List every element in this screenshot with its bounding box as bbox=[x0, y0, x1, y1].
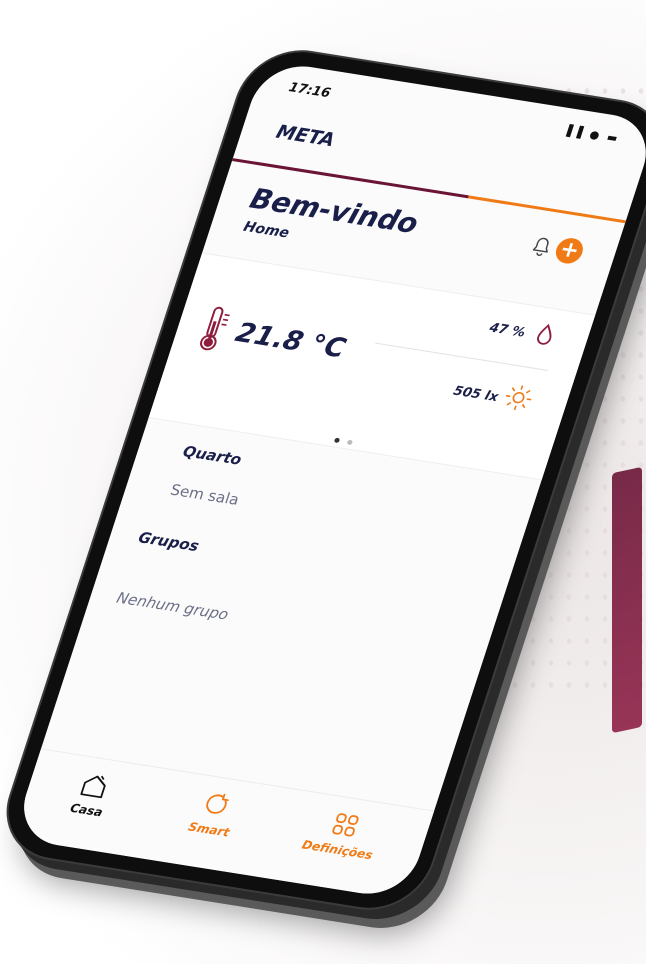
tab-definicoes[interactable]: Definições bbox=[281, 804, 404, 866]
bell-icon[interactable] bbox=[527, 234, 556, 259]
status-time: 17:16 bbox=[286, 80, 333, 102]
add-button[interactable]: + bbox=[552, 236, 587, 266]
groups-section-title: Grupos bbox=[136, 528, 202, 556]
app-title: META bbox=[273, 121, 338, 152]
plus-circle-icon: + bbox=[556, 236, 583, 264]
bottom-tab-bar: Casa Smart Definições bbox=[12, 748, 435, 901]
phone-frame: 17:16 ▐▐ ● ▬ META Bem-vindo Home + 21.8 … bbox=[0, 41, 646, 919]
rooms-empty-text: Sem sala bbox=[168, 480, 242, 509]
background-accent-stripe bbox=[612, 466, 642, 734]
tab-smart[interactable]: Smart bbox=[152, 783, 275, 845]
page-dot bbox=[346, 439, 354, 446]
status-indicators: ▐▐ ● ▬ bbox=[561, 123, 622, 146]
phone-mockup: 17:16 ▐▐ ● ▬ META Bem-vindo Home + 21.8 … bbox=[0, 41, 646, 919]
app-screen: 17:16 ▐▐ ● ▬ META Bem-vindo Home + 21.8 … bbox=[12, 59, 646, 901]
rooms-section-title: Quarto bbox=[180, 442, 245, 469]
tab-definicoes-label: Definições bbox=[300, 837, 375, 863]
tab-casa-label: Casa bbox=[68, 800, 105, 820]
home-icon bbox=[80, 775, 106, 799]
home-name[interactable]: Home bbox=[241, 219, 291, 242]
page-dot-active bbox=[333, 437, 341, 444]
groups-empty-text: Nenhum grupo bbox=[114, 588, 231, 624]
tab-smart-label: Smart bbox=[186, 819, 232, 840]
tab-casa[interactable]: Casa bbox=[30, 764, 153, 826]
grid-icon bbox=[332, 813, 359, 837]
smart-icon bbox=[206, 793, 229, 814]
